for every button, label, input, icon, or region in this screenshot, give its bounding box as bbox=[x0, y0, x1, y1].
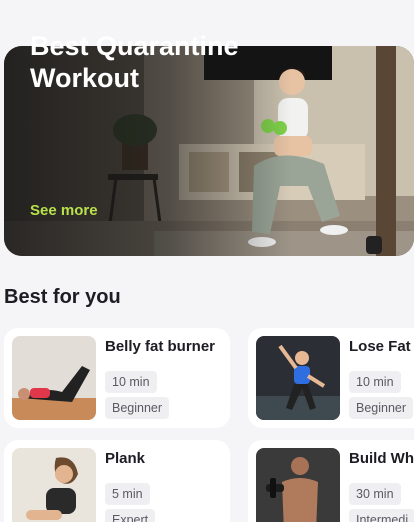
level-tag: Beginner bbox=[349, 397, 414, 419]
workout-title: Plank bbox=[105, 450, 146, 467]
duration-tag: 30 min bbox=[349, 483, 401, 505]
workout-title: Build Wh bbox=[349, 450, 414, 467]
section-title: Best for you bbox=[4, 286, 121, 308]
workout-card[interactable]: Lose Fat 10 min Beginner bbox=[248, 328, 414, 428]
workout-thumbnail bbox=[256, 336, 340, 420]
level-tag: Beginner bbox=[105, 397, 170, 419]
workout-thumbnail bbox=[256, 448, 340, 522]
level-tag: Intermedi bbox=[349, 509, 414, 522]
see-more-link[interactable]: See more bbox=[30, 202, 98, 219]
duration-tag: 5 min bbox=[105, 483, 150, 505]
duration-tag: 10 min bbox=[105, 371, 157, 393]
workout-title: Belly fat burner bbox=[105, 338, 216, 355]
workout-card[interactable]: Build Wh 30 min Intermedi bbox=[248, 440, 414, 522]
workout-card[interactable]: Belly fat burner 10 min Beginner bbox=[4, 328, 230, 428]
level-tag: Expert bbox=[105, 509, 156, 522]
duration-tag: 10 min bbox=[349, 371, 401, 393]
workout-home-screen: Best Quarantine Workout See more Best fo… bbox=[0, 0, 414, 522]
workout-title: Lose Fat bbox=[349, 338, 411, 355]
hero-title: Best Quarantine Workout bbox=[30, 31, 239, 93]
workout-thumbnail bbox=[12, 336, 96, 420]
workout-thumbnail bbox=[12, 448, 96, 522]
workout-card[interactable]: Plank 5 min Expert bbox=[4, 440, 230, 522]
